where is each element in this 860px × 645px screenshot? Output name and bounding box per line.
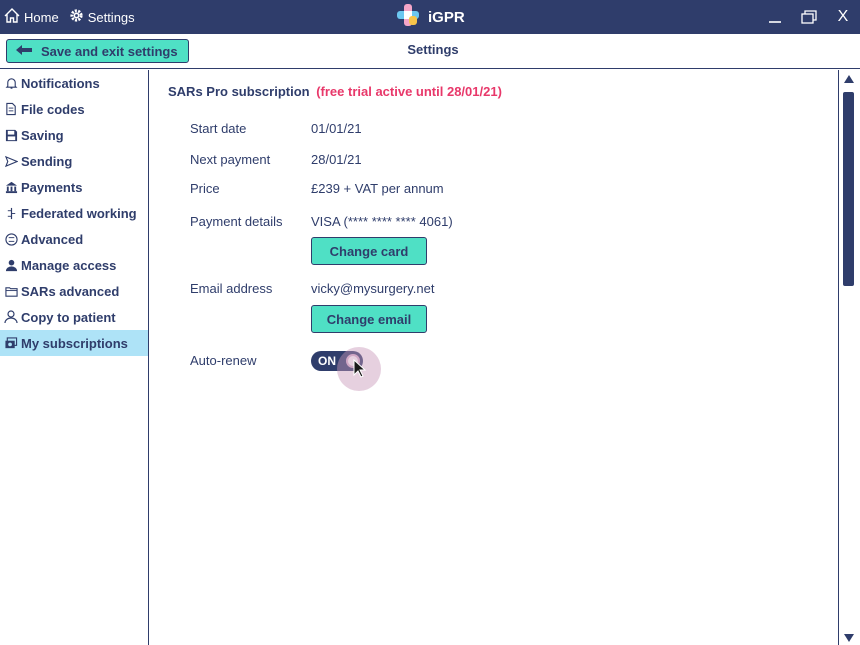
advanced-icon <box>4 232 18 246</box>
toggle-knob <box>346 354 360 368</box>
next-payment-value: 28/01/21 <box>311 152 362 167</box>
change-card-button[interactable]: Change card <box>311 237 427 265</box>
window-controls: X <box>764 0 854 34</box>
next-payment-label: Next payment <box>190 152 271 167</box>
sidebar-item-payments[interactable]: Payments <box>0 174 148 200</box>
save-and-exit-label: Save and exit settings <box>41 43 178 59</box>
sidebar-item-my-subscriptions[interactable]: My subscriptions <box>0 330 148 356</box>
close-button[interactable]: X <box>832 6 854 28</box>
sidebar-item-sending[interactable]: Sending <box>0 148 148 174</box>
start-date-value: 01/01/21 <box>311 121 362 136</box>
file-code-icon <box>4 102 18 116</box>
sidebar-item-label: Copy to patient <box>21 309 116 325</box>
user-icon <box>4 258 18 272</box>
auto-renew-label: Auto-renew <box>190 353 257 368</box>
sidebar-item-label: Saving <box>21 127 64 143</box>
scroll-up-arrow-icon[interactable] <box>839 70 858 88</box>
sidebar-item-label: Payments <box>21 179 83 195</box>
federated-icon <box>4 206 18 220</box>
subscription-panel: SARs Pro subscription (free trial active… <box>150 70 838 645</box>
bank-icon <box>4 180 18 194</box>
vertical-scrollbar[interactable] <box>838 70 858 645</box>
sidebar-item-label: My subscriptions <box>21 335 128 351</box>
settings-button[interactable]: Settings <box>69 8 135 26</box>
app-name: iGPR <box>428 8 465 26</box>
sidebar-item-notifications[interactable]: Notifications <box>0 70 148 96</box>
change-email-button[interactable]: Change email <box>311 305 427 333</box>
trial-status: (free trial active until 28/01/21) <box>316 84 502 99</box>
start-date-label: Start date <box>190 121 247 136</box>
subscriptions-icon <box>4 336 18 350</box>
bell-icon <box>4 76 18 90</box>
payment-details-value: VISA (**** **** **** 4061) <box>311 214 453 229</box>
arrow-left-icon <box>15 44 33 59</box>
gear-icon <box>69 8 84 26</box>
settings-sidebar: Notifications File codes Saving Sending … <box>0 70 149 645</box>
sidebar-item-label: File codes <box>21 101 85 117</box>
toggle-state: ON <box>318 354 336 368</box>
sidebar-item-label: Manage access <box>21 257 117 273</box>
title-bar: Home Settings iGPR X <box>0 0 860 34</box>
folder-icon <box>4 284 18 298</box>
save-and-exit-button[interactable]: Save and exit settings <box>6 39 189 63</box>
minimize-button[interactable] <box>764 6 786 28</box>
subscription-title: SARs Pro subscription (free trial active… <box>168 84 502 99</box>
sidebar-item-advanced[interactable]: Advanced <box>0 226 148 252</box>
person-outline-icon <box>4 310 18 324</box>
sidebar-item-copy-to-patient[interactable]: Copy to patient <box>0 304 148 330</box>
floppy-disk-icon <box>4 128 18 142</box>
restore-button[interactable] <box>798 6 820 28</box>
title-bar-nav: Home Settings <box>4 0 135 34</box>
home-label: Home <box>24 9 59 25</box>
home-icon <box>4 8 20 26</box>
send-icon <box>4 154 18 168</box>
sidebar-item-label: SARs advanced <box>21 283 120 299</box>
settings-label: Settings <box>87 9 135 25</box>
sidebar-item-federated-working[interactable]: Federated working <box>0 200 148 226</box>
home-button[interactable]: Home <box>4 8 59 26</box>
email-label: Email address <box>190 281 273 296</box>
igpr-logo-icon <box>396 3 420 31</box>
sidebar-item-label: Advanced <box>21 231 84 247</box>
sidebar-item-file-codes[interactable]: File codes <box>0 96 148 122</box>
sidebar-item-sars-advanced[interactable]: SARs advanced <box>0 278 148 304</box>
auto-renew-toggle[interactable]: ON <box>311 351 363 371</box>
email-value: vicky@mysurgery.net <box>311 281 435 296</box>
price-label: Price <box>190 181 220 196</box>
sidebar-item-manage-access[interactable]: Manage access <box>0 252 148 278</box>
sidebar-item-label: Federated working <box>21 205 137 221</box>
settings-header: Save and exit settings Settings <box>0 34 860 69</box>
price-value: £239 + VAT per annum <box>311 181 444 196</box>
payment-details-label: Payment details <box>190 214 283 229</box>
sidebar-item-label: Sending <box>21 153 73 169</box>
scroll-down-arrow-icon[interactable] <box>839 631 858 645</box>
app-brand: iGPR <box>396 0 465 34</box>
sidebar-item-saving[interactable]: Saving <box>0 122 148 148</box>
scroll-thumb[interactable] <box>843 92 854 286</box>
sidebar-item-label: Notifications <box>21 75 100 91</box>
